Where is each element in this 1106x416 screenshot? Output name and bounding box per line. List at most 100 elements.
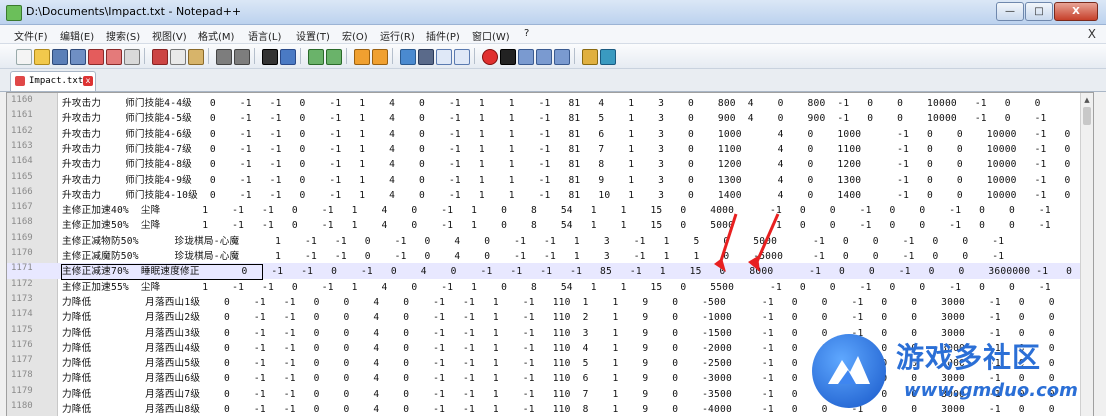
redo-icon[interactable] (234, 49, 250, 65)
editor-line[interactable]: 1165 升攻击力 师门技能4-9级 0 -1 -1 0 -1 1 4 0 -1 … (7, 172, 1083, 187)
save-all-icon[interactable] (70, 49, 86, 65)
play-macro-icon[interactable] (518, 49, 534, 65)
record-macro-icon[interactable] (482, 49, 498, 65)
print-icon[interactable] (124, 49, 140, 65)
watermark-url: www.gmduo.com (904, 380, 1078, 401)
toolbar-separator (254, 48, 255, 64)
unsaved-file-icon (15, 76, 25, 86)
show-all-chars-icon[interactable] (418, 49, 434, 65)
line-number: 1174 (11, 309, 33, 320)
line-text: 力降低 月落西山1级 0 -1 -1 0 0 4 0 -1 -1 1 -1 11… (62, 296, 1055, 308)
menu-search[interactable]: 搜索(S) (106, 28, 140, 43)
line-text: 升攻击力 师门技能4-5级 0 -1 -1 0 -1 1 4 0 -1 1 1 … (62, 113, 1047, 125)
menu-run[interactable]: 运行(R) (380, 28, 415, 43)
title-bar[interactable]: D:\Documents\Impact.txt - Notepad++ — □ … (0, 0, 1106, 25)
menu-view[interactable]: 视图(V) (152, 28, 187, 43)
editor-line[interactable]: 1160 升攻击力 师门技能4-4级 0 -1 -1 0 -1 1 4 0 -1 … (7, 95, 1083, 110)
menu-help[interactable]: ? (524, 28, 529, 39)
editor-line[interactable]: 1167 主修正加速40% 尘降 1 -1 -1 0 -1 1 4 0 -1 1 … (7, 202, 1083, 217)
find-icon[interactable] (262, 49, 278, 65)
line-number: 1164 (11, 156, 33, 167)
line-text: 主修正加速55% 尘降 1 -1 -1 0 -1 1 4 0 -1 1 0 8 … (62, 281, 1051, 293)
tab-close-icon[interactable]: x (83, 76, 93, 86)
maximize-button[interactable]: □ (1025, 2, 1053, 21)
run-macro-multiple-icon[interactable] (536, 49, 552, 65)
editor-line[interactable]: 1170 主修正减魔防50% 珍珑棋局-心魔 1 -1 -1 0 -1 0 4 0… (7, 248, 1083, 263)
spell-check-icon[interactable] (582, 49, 598, 65)
menu-macro[interactable]: 宏(O) (342, 28, 368, 43)
close-all-icon[interactable] (106, 49, 122, 65)
editor-line[interactable]: 1168 主修正加速50% 尘降 1 -1 -1 0 -1 1 4 0 -1 1 … (7, 217, 1083, 232)
line-number: 1160 (11, 95, 33, 105)
sync-horizontal-icon[interactable] (372, 49, 388, 65)
tab-label: Impact.txt (29, 76, 84, 86)
plugin-icon[interactable] (600, 49, 616, 65)
line-number: 1169 (11, 232, 33, 243)
line-text: 升攻击力 师门技能4-9级 0 -1 -1 0 -1 1 4 0 -1 1 1 … (62, 174, 1071, 186)
line-number: 1177 (11, 355, 33, 366)
red-arrow-icon (714, 213, 738, 272)
toolbar-separator (144, 48, 145, 64)
line-number: 1166 (11, 186, 33, 197)
close-document-icon[interactable]: X (1088, 27, 1096, 41)
close-window-button[interactable]: X (1054, 2, 1098, 21)
user-defined-lang-icon[interactable] (454, 49, 470, 65)
menu-format[interactable]: 格式(M) (198, 28, 234, 43)
minimize-button[interactable]: — (996, 2, 1024, 21)
line-number: 1171 (11, 263, 33, 274)
line-text: 升攻击力 师门技能4-6级 0 -1 -1 0 -1 1 4 0 -1 1 1 … (62, 128, 1071, 140)
editor-line[interactable]: 1161 升攻击力 师门技能4-5级 0 -1 -1 0 -1 1 4 0 -1 … (7, 110, 1083, 125)
stop-recording-icon[interactable] (500, 49, 516, 65)
selection-box (61, 264, 263, 280)
notepadpp-app-icon (6, 5, 22, 21)
cut-icon[interactable] (152, 49, 168, 65)
line-number: 1176 (11, 339, 33, 350)
menu-language[interactable]: 语言(L) (248, 28, 281, 43)
indent-guide-icon[interactable] (436, 49, 452, 65)
zoom-in-icon[interactable] (308, 49, 324, 65)
line-number: 1165 (11, 171, 33, 182)
line-number: 1173 (11, 293, 33, 304)
menu-window[interactable]: 窗口(W) (472, 28, 510, 43)
toolbar-separator (574, 48, 575, 64)
menu-file[interactable]: 文件(F) (14, 28, 48, 43)
scroll-up-icon[interactable]: ▲ (1081, 94, 1093, 106)
line-number: 1172 (11, 278, 33, 289)
open-file-icon[interactable] (34, 49, 50, 65)
undo-icon[interactable] (216, 49, 232, 65)
toolbar-separator (346, 48, 347, 64)
word-wrap-icon[interactable] (400, 49, 416, 65)
paste-icon[interactable] (188, 49, 204, 65)
window-title: D:\Documents\Impact.txt - Notepad++ (26, 5, 242, 18)
editor-line[interactable]: 1166 升攻击力 师门技能4-10级 0 -1 -1 0 -1 1 4 0 -1… (7, 187, 1083, 202)
editor-line[interactable]: 1162 升攻击力 师门技能4-6级 0 -1 -1 0 -1 1 4 0 -1 … (7, 126, 1083, 141)
copy-icon[interactable] (170, 49, 186, 65)
editor-line[interactable]: 1163 升攻击力 师门技能4-7级 0 -1 -1 0 -1 1 4 0 -1 … (7, 141, 1083, 156)
tab-impact-txt[interactable]: Impact.txt x (10, 71, 96, 91)
line-text: 主修正减物防50% 珍珑棋局-心魔 1 -1 -1 0 -1 0 4 0 -1 … (62, 235, 1005, 247)
line-number: 1163 (11, 140, 33, 151)
line-number: 1179 (11, 385, 33, 396)
line-text: 升攻击力 师门技能4-10级 0 -1 -1 0 -1 1 4 0 -1 1 1… (62, 189, 1071, 201)
editor-line[interactable]: 1169 主修正减物防50% 珍珑棋局-心魔 1 -1 -1 0 -1 0 4 0… (7, 233, 1083, 248)
editor-line[interactable]: 1174 力降低 月落西山2级 0 -1 -1 0 0 4 0 -1 -1 1 -… (7, 309, 1083, 324)
sync-vertical-icon[interactable] (354, 49, 370, 65)
menu-edit[interactable]: 编辑(E) (60, 28, 94, 43)
line-text: 力降低 月落西山2级 0 -1 -1 0 0 4 0 -1 -1 1 -1 11… (62, 312, 1055, 324)
menu-plugins[interactable]: 插件(P) (426, 28, 460, 43)
menu-settings[interactable]: 设置(T) (296, 28, 330, 43)
save-icon[interactable] (52, 49, 68, 65)
editor-line[interactable]: 1173 力降低 月落西山1级 0 -1 -1 0 0 4 0 -1 -1 1 -… (7, 294, 1083, 309)
editor-line[interactable]: 1164 升攻击力 师门技能4-8级 0 -1 -1 0 -1 1 4 0 -1 … (7, 156, 1083, 171)
new-file-icon[interactable] (16, 49, 32, 65)
editor-line[interactable]: 1172 主修正加速55% 尘降 1 -1 -1 0 -1 1 4 0 -1 1 … (7, 279, 1083, 294)
replace-icon[interactable] (280, 49, 296, 65)
window-controls: — □ X (996, 2, 1098, 21)
notepadpp-window: D:\Documents\Impact.txt - Notepad++ — □ … (0, 0, 1106, 416)
scrollbar-thumb[interactable] (1083, 107, 1091, 125)
line-number: 1168 (11, 217, 33, 228)
watermark-name: 游戏多社区 (896, 341, 1042, 374)
close-file-icon[interactable] (88, 49, 104, 65)
save-macro-icon[interactable] (554, 49, 570, 65)
zoom-out-icon[interactable] (326, 49, 342, 65)
